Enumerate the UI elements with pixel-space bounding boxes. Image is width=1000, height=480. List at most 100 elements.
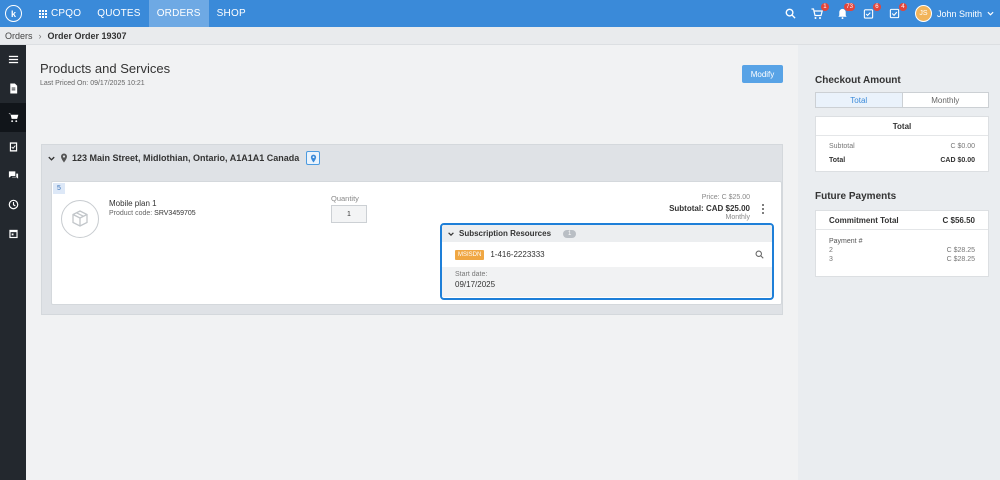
unit-price: Price: C $25.00 [702,194,750,201]
quantity-label: Quantity [331,194,359,203]
sidebar-menu-toggle[interactable] [0,45,26,74]
subtotal-row-label: Subtotal [829,143,855,150]
msisdn-tag: MSISDN [455,249,485,260]
total-row-value: CAD $0.00 [940,157,975,164]
chevron-down-icon [987,11,994,16]
chevron-down-icon[interactable] [447,230,455,238]
breadcrumb: Orders › Order Order 19307 [0,27,1000,45]
quantity-input[interactable]: 1 [331,205,367,223]
location-map-button[interactable] [306,151,321,165]
search-icon[interactable] [785,8,797,20]
cart-badge: 1 [820,2,829,11]
tab-monthly[interactable]: Monthly [903,93,989,107]
total-row: Total CAD $0.00 [816,157,988,164]
modify-button[interactable]: Modify [742,65,783,83]
subtotal-row-value: C $0.00 [950,143,975,150]
subscription-resources-title: Subscription Resources [459,229,552,238]
payment-number: 2 [829,247,833,254]
chevron-down-icon[interactable] [47,154,56,163]
product-code: Product code: SRV3459705 [109,210,196,217]
total-box-head: Total [816,117,988,136]
commitment-total-value: C $56.50 [942,215,975,225]
tab-total[interactable]: Total [816,93,903,107]
product-box-icon [61,200,99,238]
nav-app-menu[interactable]: CPQO [31,0,89,27]
menu-icon [8,55,18,64]
price-value: C $25.00 [721,194,750,201]
tasks-badge: 6 [872,2,881,11]
user-menu[interactable]: JS John Smith [914,5,994,22]
bell-icon[interactable]: 73 [837,2,855,20]
app-name: CPQO [51,8,82,19]
commitment-total-row: Commitment Total C $56.50 [816,211,988,230]
product-name: Mobile plan 1 [109,199,157,208]
future-payments-box: Commitment Total C $56.50 Payment # 2 C … [815,210,989,277]
last-priced-value: 09/17/2025 10:21 [90,80,145,87]
product-code-label: Product code: [109,210,153,217]
checkout-total-box: Total Subtotal C $0.00 Total CAD $0.00 [815,116,989,172]
map-pin-icon [61,153,67,163]
last-priced-label: Last Priced On: [40,80,89,87]
last-priced: Last Priced On: 09/17/2025 10:21 [40,80,145,87]
nav-shop[interactable]: SHOP [209,0,254,27]
payment-row: 2 C $28.25 [816,247,988,254]
subtotal-row: Subtotal C $0.00 [816,143,988,150]
commitment-total-label: Commitment Total [829,215,899,225]
right-summary-panel: Checkout Amount Total Monthly Total Subt… [798,45,1000,480]
msisdn-row: MSISDN 1-416-2223333 [442,242,772,267]
map-pin-icon [310,154,316,162]
billing-frequency: Monthly [725,214,750,221]
more-options-icon[interactable] [761,204,765,214]
breadcrumb-current: Order Order 19307 [47,30,127,41]
subscription-resources-header[interactable]: Subscription Resources 1 [442,225,772,242]
document-icon [9,83,17,94]
logo-mark: k [5,5,22,22]
location-address: 123 Main Street, Midlothian, Ontario, A1… [72,153,300,163]
resource-count-badge: 1 [563,229,577,238]
history-icon [8,199,18,210]
subtotal-value: CAD $25.00 [705,204,750,213]
sidebar-item-history[interactable] [0,190,26,219]
payment-header-row: Payment # [816,238,988,245]
approvals-badge: 4 [898,2,907,11]
subtotal-label: Subtotal: [669,204,704,213]
subscription-resources-panel: Subscription Resources 1 MSISDN 1-416-22… [440,223,774,300]
location-header[interactable]: 123 Main Street, Midlothian, Ontario, A1… [42,145,782,171]
user-name: John Smith [936,8,982,19]
page-title: Products and Services [40,61,171,76]
search-icon[interactable] [755,250,764,259]
nav-quotes[interactable]: QUOTES [89,0,148,27]
sidebar-item-chat[interactable] [0,161,26,190]
product-code-value: SRV3459705 [154,210,196,217]
price-label: Price: [701,194,720,201]
start-date-label: Start date: [455,271,488,278]
app-logo[interactable]: k [0,0,27,27]
payment-row: 3 C $28.25 [816,256,988,263]
breadcrumb-orders-link[interactable]: Orders [5,31,33,41]
line-subtotal: Subtotal: CAD $25.00 [669,204,750,213]
checkout-amount-title: Checkout Amount [815,75,901,86]
nav-orders[interactable]: ORDERS [148,0,209,27]
sidebar-item-clipboard[interactable] [0,132,26,161]
top-actions: 1 73 6 4 JS John Smith [785,0,994,27]
main-nav: CPQO QUOTES ORDERS SHOP [31,0,254,27]
future-payments-title: Future Payments [815,191,897,202]
sidebar-item-cart[interactable] [0,103,26,132]
left-sidebar [0,45,26,480]
cart-icon [7,113,18,123]
start-date-block: Start date: 09/17/2025 [442,267,772,297]
sidebar-item-calendar[interactable] [0,219,26,248]
msisdn-value: 1-416-2223333 [490,250,545,259]
chat-icon [8,171,18,179]
cart-icon[interactable]: 1 [811,2,829,20]
clipboard-icon [9,142,17,152]
line-number: 5 [53,183,65,194]
payment-number: 3 [829,256,833,263]
payment-amount: C $28.25 [946,247,975,254]
sidebar-item-documents[interactable] [0,74,26,103]
start-date-value: 09/17/2025 [455,280,496,289]
payment-number-label: Payment # [829,238,863,245]
approvals-icon[interactable]: 4 [889,2,907,20]
tasks-icon[interactable]: 6 [863,2,881,20]
total-row-label: Total [829,157,846,164]
